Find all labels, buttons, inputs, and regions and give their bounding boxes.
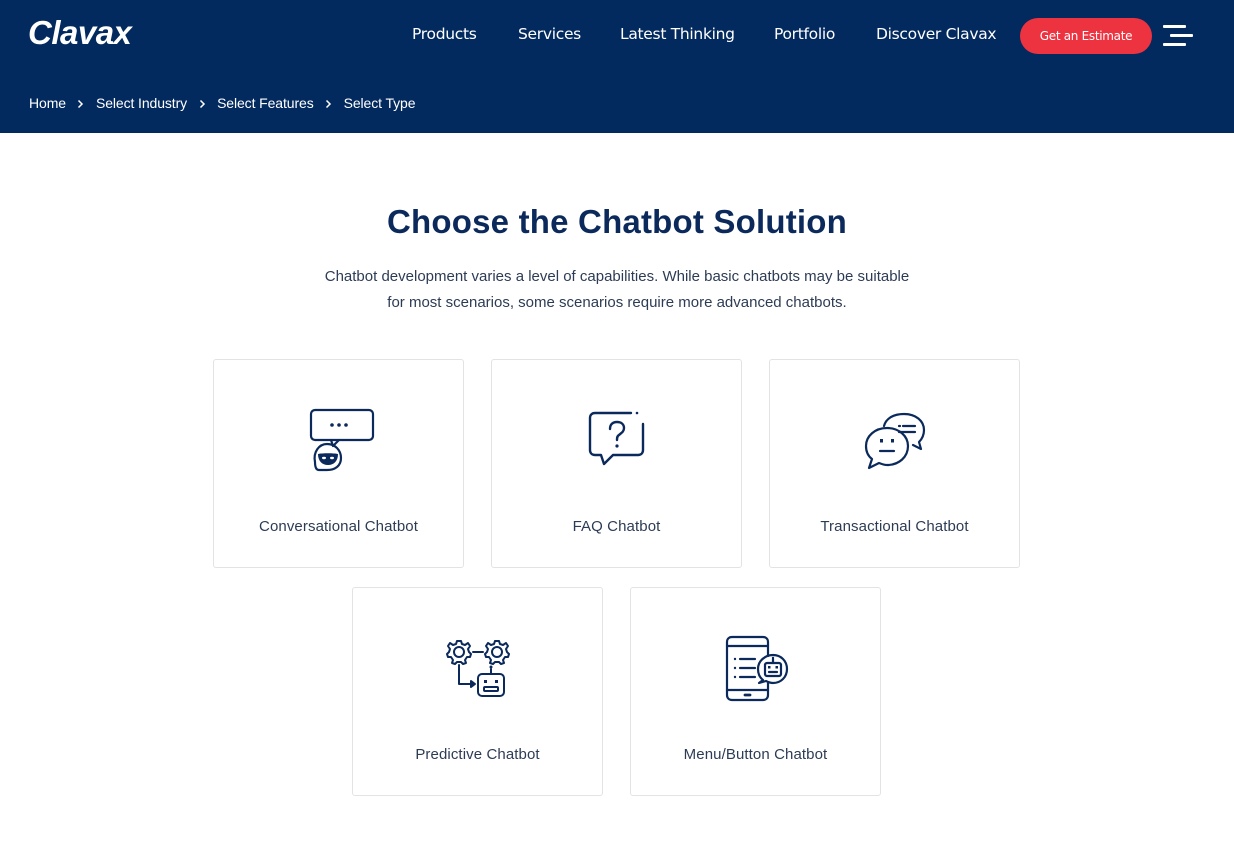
chat-bubbles-icon (857, 404, 933, 480)
card-label: Conversational Chatbot (259, 518, 418, 535)
hamburger-menu-icon[interactable] (1160, 22, 1196, 50)
nav-latest-thinking[interactable]: Latest Thinking (620, 25, 735, 43)
faq-question-bubble-icon (579, 404, 655, 480)
get-an-estimate-button[interactable]: Get an Estimate (1020, 18, 1152, 54)
card-predictive-chatbot[interactable]: Predictive Chatbot (352, 587, 603, 796)
card-label: Menu/Button Chatbot (683, 746, 828, 763)
site-header: Clavax Products Services Latest Thinking… (0, 0, 1234, 133)
subtitle-line-2: for most scenarios, some scenarios requi… (387, 294, 847, 311)
conversational-bot-icon (301, 404, 377, 480)
card-menu-button-chatbot[interactable]: Menu/Button Chatbot (630, 587, 881, 796)
chevron-right-icon (66, 96, 96, 111)
page-subtitle: Chatbot development varies a level of ca… (290, 264, 944, 316)
nav-portfolio[interactable]: Portfolio (774, 25, 835, 43)
chevron-right-icon (187, 96, 217, 111)
clavax-logo[interactable]: Clavax (28, 14, 132, 52)
card-label: Transactional Chatbot (820, 518, 969, 535)
nav-services[interactable]: Services (518, 25, 581, 43)
breadcrumb-home[interactable]: Home (29, 95, 66, 111)
breadcrumb: Home Select Industry Select Features Sel… (29, 95, 416, 111)
gears-robot-icon (440, 632, 516, 708)
chevron-right-icon (314, 96, 344, 111)
card-label: Predictive Chatbot (415, 746, 540, 763)
nav-discover-clavax[interactable]: Discover Clavax (876, 25, 997, 43)
breadcrumb-select-industry[interactable]: Select Industry (96, 95, 187, 111)
card-label: FAQ Chatbot (572, 518, 661, 535)
card-faq-chatbot[interactable]: FAQ Chatbot (491, 359, 742, 568)
card-conversational-chatbot[interactable]: Conversational Chatbot (213, 359, 464, 568)
page-title: Choose the Chatbot Solution (386, 203, 848, 240)
nav-products[interactable]: Products (412, 25, 477, 43)
subtitle-line-1: Chatbot development varies a level of ca… (324, 268, 910, 285)
phone-menu-bot-icon (718, 632, 794, 708)
breadcrumb-select-type: Select Type (343, 95, 416, 111)
breadcrumb-select-features[interactable]: Select Features (217, 95, 314, 111)
card-transactional-chatbot[interactable]: Transactional Chatbot (769, 359, 1020, 568)
